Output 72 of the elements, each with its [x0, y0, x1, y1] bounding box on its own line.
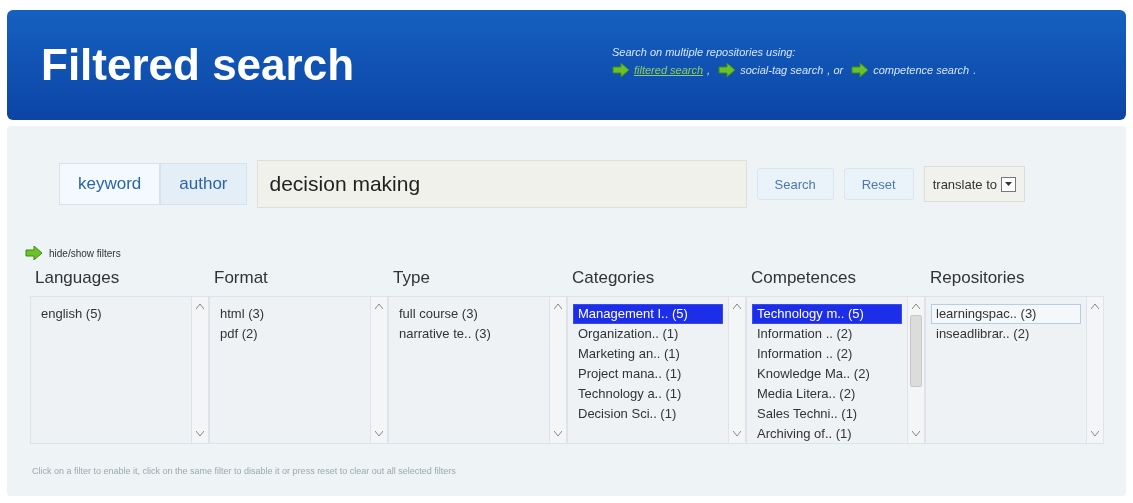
search-tab[interactable]: keyword: [59, 163, 161, 205]
scroll-down-icon: [1091, 431, 1099, 437]
scrollbar[interactable]: [191, 297, 208, 443]
filter-option[interactable]: Technology m.. (5): [752, 304, 902, 324]
filter-heading: Repositories: [930, 268, 1026, 288]
separator-text: .: [973, 63, 977, 76]
scroll-thumb[interactable]: [910, 315, 922, 387]
filter-heading: Competences: [751, 268, 857, 288]
filter-option[interactable]: Project mana.. (1): [573, 364, 723, 384]
filter-option[interactable]: Knowledge Ma.. (2): [752, 364, 902, 384]
scroll-up-icon: [912, 303, 920, 309]
filter-list[interactable]: Technology m.. (5) Information .. (2) Information .. (2) Knowledge Ma.. (2) Media Litera.. (2) Sales Techni.. (1) Archiving of.. (1): [746, 296, 925, 444]
help-text: Click on a filter to enable it, click on the same filter to disable it or press reset to clear out all selected filters: [32, 466, 457, 476]
separator-text: , or: [827, 63, 844, 76]
filter-heading: Categories: [572, 268, 656, 288]
filter-heading: Languages: [35, 268, 121, 288]
filter-option[interactable]: html (3): [215, 304, 365, 324]
arrow-icon: [718, 62, 737, 77]
filter-option[interactable]: learningspac.. (3): [931, 304, 1081, 324]
filter-option[interactable]: full course (3): [394, 304, 544, 324]
filter-list[interactable]: learningspac.. (3) inseadlibrar.. (2): [925, 296, 1104, 444]
scroll-down-icon: [196, 431, 204, 437]
filter-option[interactable]: Technology a.. (1): [573, 384, 723, 404]
scroll-down-icon: [554, 431, 562, 437]
scroll-down-icon: [375, 431, 383, 437]
filter-option[interactable]: Archiving of.. (1): [752, 424, 902, 443]
filter-list[interactable]: html (3) pdf (2): [209, 296, 388, 444]
scroll-up-icon: [196, 303, 204, 309]
search-tab[interactable]: author: [160, 163, 247, 205]
search-field[interactable]: decision making: [256, 160, 747, 208]
filter-list[interactable]: Management I.. (5) Organization.. (1) Marketing an.. (1) Project mana.. (1) Technology a.. (1) Decision Sci.. (1): [567, 296, 746, 444]
filter-option[interactable]: Information .. (2): [752, 344, 902, 364]
scrollbar[interactable]: [370, 297, 387, 443]
filter-option[interactable]: inseadlibrar.. (2): [931, 324, 1081, 344]
filter-option[interactable]: narrative te.. (3): [394, 324, 544, 344]
scroll-up-icon: [733, 303, 741, 309]
scrollbar[interactable]: [728, 297, 745, 443]
arrow-icon: [612, 62, 630, 77]
reset-button[interactable]: Reset: [843, 168, 914, 200]
translate-dropdown[interactable]: translate to: [923, 166, 1025, 202]
search-mode-link[interactable]: filtered search: [634, 63, 704, 76]
search-mode-link[interactable]: social-tag search: [740, 63, 824, 76]
filter-heading: Type: [393, 268, 431, 288]
scrollbar[interactable]: [549, 297, 566, 443]
filter-option[interactable]: Organization.. (1): [573, 324, 723, 344]
arrow-icon: [25, 246, 43, 260]
intro-text: Search on multiple repositories using:: [612, 45, 797, 58]
page-title: Filtered search: [41, 40, 355, 90]
toggle-filters-link[interactable]: hide/show filters: [49, 247, 121, 259]
filter-option[interactable]: Decision Sci.. (1): [573, 404, 723, 424]
filter-heading: Format: [214, 268, 269, 288]
filter-option[interactable]: Management I.. (5): [573, 304, 723, 324]
filter-option[interactable]: Sales Techni.. (1): [752, 404, 902, 424]
scroll-up-icon: [375, 303, 383, 309]
scroll-down-icon: [912, 431, 920, 437]
filter-option[interactable]: Information .. (2): [752, 324, 902, 344]
search-mode-link[interactable]: competence search: [873, 63, 970, 76]
filter-option[interactable]: Media Litera.. (2): [752, 384, 902, 404]
filter-list[interactable]: full course (3) narrative te.. (3): [388, 296, 567, 444]
scrollbar[interactable]: [907, 297, 924, 443]
dropdown-arrow-icon: [1005, 182, 1012, 186]
scrollbar[interactable]: [1086, 297, 1103, 443]
scroll-up-icon: [554, 303, 562, 309]
filter-list[interactable]: english (5): [30, 296, 209, 444]
scroll-up-icon: [1091, 303, 1099, 309]
search-button[interactable]: Search: [756, 168, 834, 200]
scroll-down-icon: [733, 431, 741, 437]
filter-option[interactable]: pdf (2): [215, 324, 365, 344]
filter-option[interactable]: Marketing an.. (1): [573, 344, 723, 364]
separator-text: ,: [707, 63, 711, 76]
arrow-icon: [851, 62, 870, 77]
filter-option[interactable]: english (5): [36, 304, 186, 324]
